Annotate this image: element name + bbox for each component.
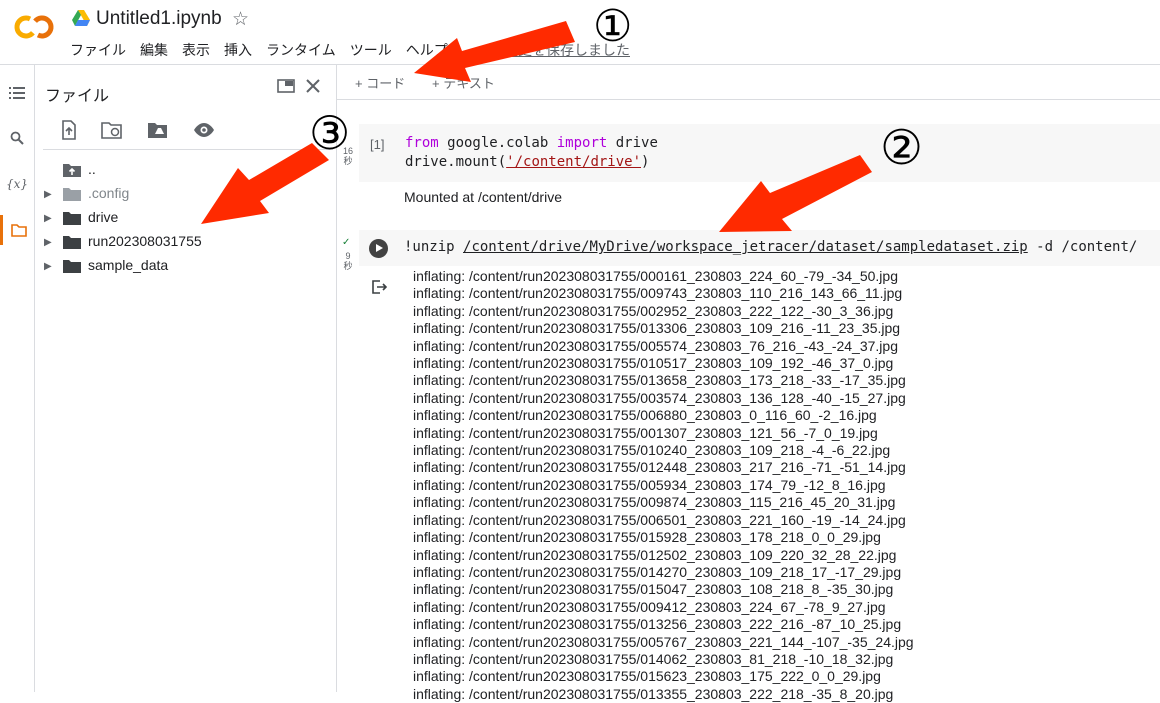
annotation-arrows	[201, 21, 872, 232]
annotation-arrow-2	[719, 155, 872, 232]
annotation-arrow-1	[414, 21, 575, 82]
annotation-number-1: ①	[593, 1, 633, 52]
annotation-number-2: ②	[880, 120, 924, 176]
annotation-number-3: ③	[309, 106, 351, 160]
